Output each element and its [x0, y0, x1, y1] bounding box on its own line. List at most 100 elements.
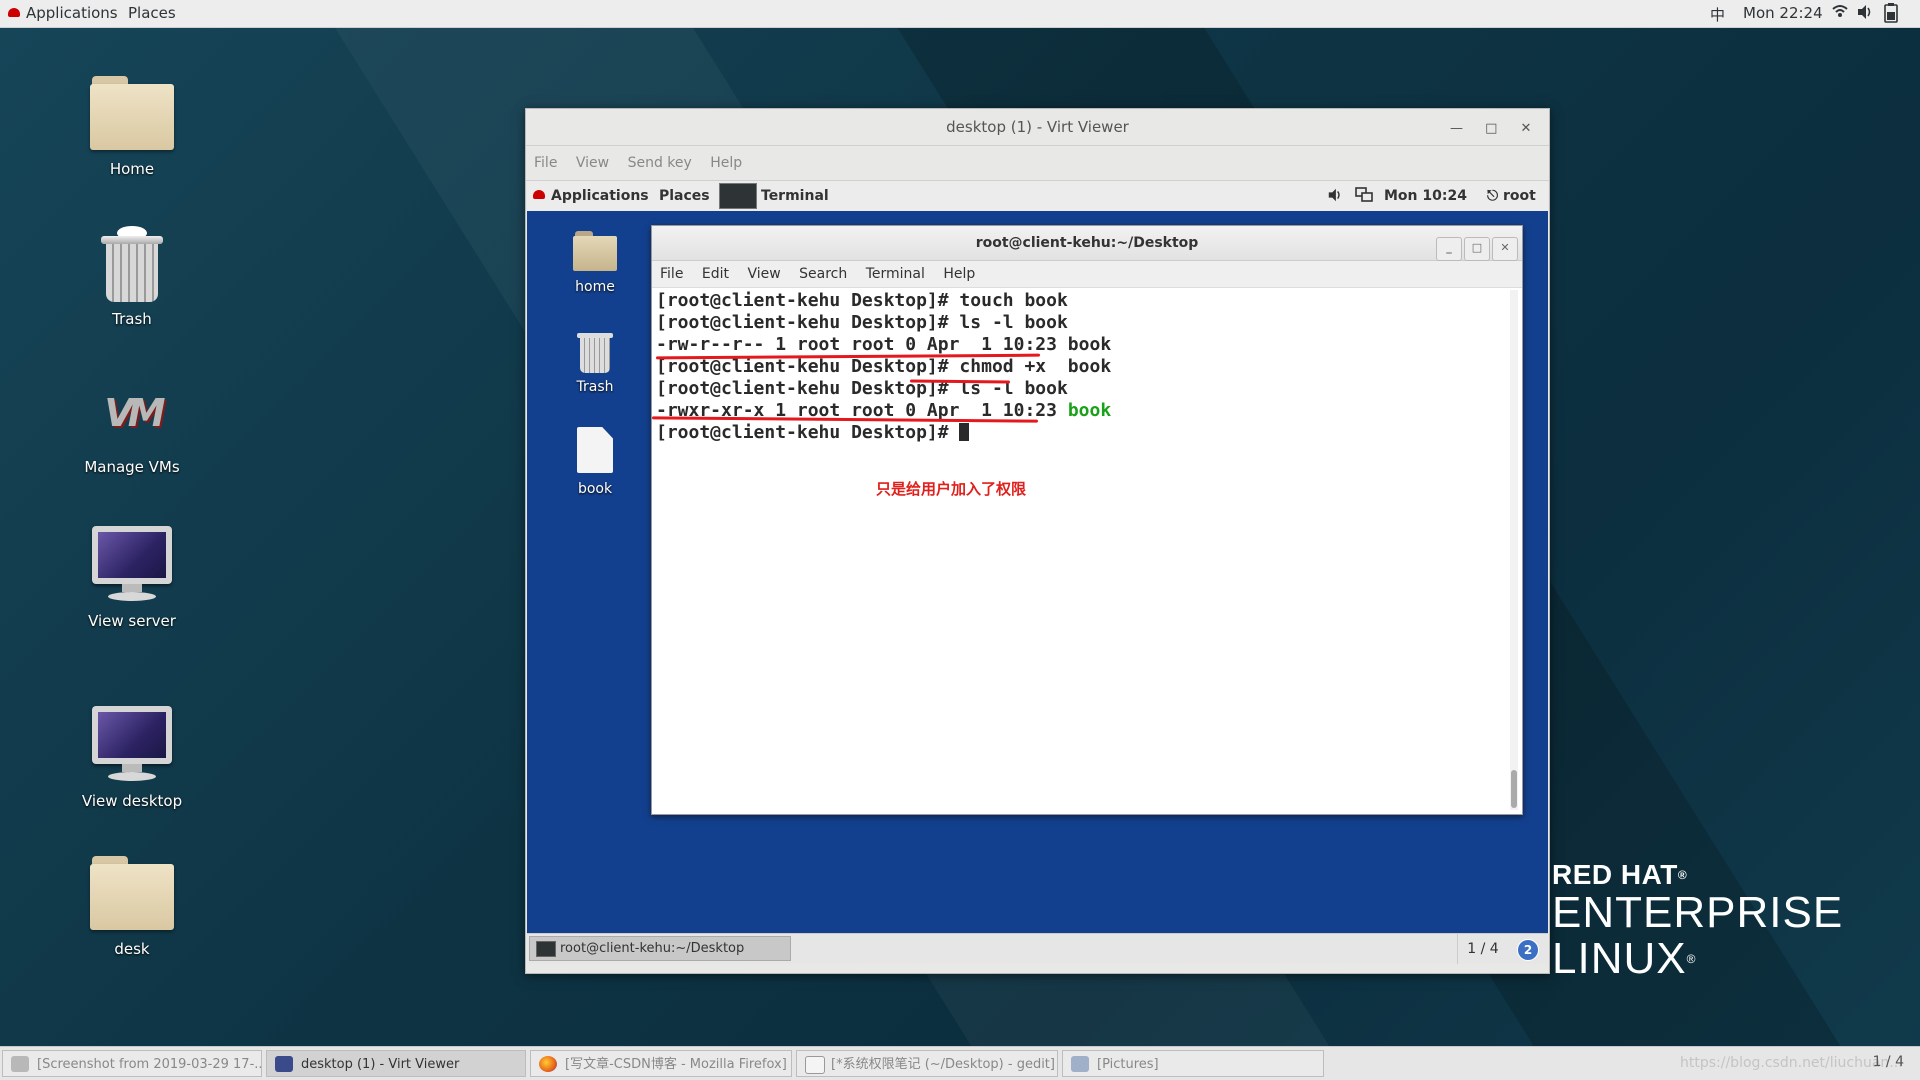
battery-icon[interactable]: [1884, 3, 1898, 27]
applications-menu[interactable]: Applications: [8, 4, 118, 22]
redhat-enterprise-linux-logo: RED HAT® ENTERPRISE LINUX®: [1552, 859, 1844, 983]
terminal-menu-terminal[interactable]: Terminal: [866, 266, 925, 282]
menu-send-key[interactable]: Send key: [628, 155, 692, 171]
terminal-menubar: File Edit View Search Terminal Help: [652, 261, 1522, 288]
desktop-icon-home[interactable]: Home: [62, 76, 202, 178]
guest-user-menu[interactable]: ⎋ root: [1487, 188, 1536, 204]
taskbar-item-screenshot[interactable]: [Screenshot from 2019-03-29 17-...: [2, 1050, 262, 1077]
desktop-icon-desk[interactable]: desk: [62, 856, 202, 958]
text-editor-icon: [805, 1056, 825, 1074]
taskbar-item-virt-viewer[interactable]: desktop (1) - Virt Viewer: [266, 1050, 526, 1077]
virt-viewer-menubar: File View Send key Help: [526, 146, 1549, 181]
virt-viewer-window: desktop (1) - Virt Viewer — □ ✕ File Vie…: [525, 108, 1550, 974]
workspace-indicator[interactable]: 1 / 4: [1873, 1054, 1904, 1070]
terminal-close-button[interactable]: ✕: [1492, 237, 1518, 261]
guest-top-bar: Applications Places Terminal Mon 10:24 ⎋…: [527, 181, 1548, 211]
terminal-icon: [719, 183, 757, 209]
wifi-icon[interactable]: [1832, 2, 1848, 24]
home-folder-icon: [90, 76, 174, 150]
terminal-prompt-line: [root@client-kehu Desktop]#: [656, 422, 1522, 444]
terminal-titlebar[interactable]: root@client-kehu:~/Desktop _ □ ✕: [652, 226, 1522, 261]
terminal-menu-view[interactable]: View: [747, 266, 780, 282]
redhat-icon: [533, 190, 545, 199]
terminal-line: [root@client-kehu Desktop]# touch book: [656, 290, 1068, 311]
vm-manager-icon: VM: [104, 391, 165, 435]
terminal-scrollbar[interactable]: [1510, 290, 1518, 810]
minimize-button[interactable]: —: [1441, 111, 1471, 147]
folder-icon: [90, 856, 174, 930]
trash-icon: [101, 226, 163, 302]
close-button[interactable]: ✕: [1511, 111, 1541, 147]
taskbar-item-gedit[interactable]: [*系统权限笔记 (~/Desktop) - gedit]: [796, 1050, 1058, 1077]
guest-task-terminal[interactable]: root@client-kehu:~/Desktop: [529, 936, 791, 961]
guest-bottom-bar: root@client-kehu:~/Desktop 1 / 4 2: [527, 933, 1548, 964]
guest-icon-label: Trash: [576, 379, 614, 395]
monitor-icon: [92, 706, 172, 784]
watermark: https://blog.csdn.net/liuchuan...: [1680, 1055, 1903, 1071]
volume-icon[interactable]: [1856, 3, 1874, 25]
guest-volume-icon[interactable]: [1327, 187, 1343, 207]
places-menu[interactable]: Places: [128, 4, 176, 22]
monitor-icon: [275, 1056, 293, 1072]
desktop-icon-view-desktop[interactable]: View desktop: [62, 706, 202, 810]
guest-icon-label: home: [575, 279, 615, 295]
terminal-menu-edit[interactable]: Edit: [702, 266, 729, 282]
clock[interactable]: Mon 22:24: [1743, 4, 1823, 22]
menu-help[interactable]: Help: [710, 155, 742, 171]
terminal-maximize-button[interactable]: □: [1464, 237, 1490, 261]
terminal-line: [root@client-kehu Desktop]# ls -l book: [656, 312, 1068, 333]
desktop-icon-label: Trash: [112, 310, 152, 328]
monitor-icon: [92, 526, 172, 604]
guest-applications-menu[interactable]: Applications: [533, 188, 649, 204]
terminal-title: root@client-kehu:~/Desktop: [975, 235, 1199, 251]
home-folder-icon: [573, 231, 617, 271]
menu-view[interactable]: View: [576, 155, 609, 171]
taskbar-item-firefox[interactable]: [写文章-CSDN博客 - Mozilla Firefox]: [530, 1050, 792, 1077]
guest-clock[interactable]: Mon 10:24: [1384, 188, 1467, 204]
executable-filename: book: [1067, 400, 1112, 421]
host-taskbar: [Screenshot from 2019-03-29 17-... deskt…: [0, 1046, 1920, 1080]
terminal-line: -rw-r--r-- 1 root root 0 Apr 1 10:23 boo…: [656, 334, 1112, 355]
terminal-menu-file[interactable]: File: [660, 266, 683, 282]
terminal-line: [root@client-kehu Desktop]# ls -l book: [656, 378, 1068, 399]
terminal-menu-search[interactable]: Search: [799, 266, 847, 282]
guest-places-menu[interactable]: Places: [659, 188, 710, 204]
terminal-line: [root@client-kehu Desktop]# chmod +x boo…: [656, 356, 1112, 377]
scrollbar-thumb[interactable]: [1511, 770, 1517, 808]
file-icon: [577, 427, 613, 473]
taskbar-item-pictures[interactable]: [Pictures]: [1062, 1050, 1324, 1077]
terminal-menu-help[interactable]: Help: [943, 266, 975, 282]
annotation-note: 只是给用户加入了权限: [876, 480, 1027, 498]
guest-terminal-launcher[interactable]: Terminal: [719, 183, 829, 209]
guest-icon-book[interactable]: book: [560, 427, 630, 497]
desktop-icon-view-server[interactable]: View server: [62, 526, 202, 630]
notification-badge[interactable]: 2: [1517, 939, 1539, 961]
desktop-icon-trash[interactable]: Trash: [62, 226, 202, 328]
desktop-icon-label: View desktop: [81, 792, 183, 810]
desktop-icon-label: Manage VMs: [84, 458, 180, 476]
desktop-icon-manage-vms[interactable]: VM Manage VMs: [62, 388, 202, 476]
guest-network-icon[interactable]: [1355, 187, 1373, 207]
redhat-icon: [8, 8, 20, 17]
workspace-indicator[interactable]: 1 / 4: [1457, 934, 1508, 964]
guest-icon-trash[interactable]: Trash: [560, 327, 630, 395]
file-manager-icon: [1071, 1056, 1089, 1072]
terminal-output[interactable]: [root@client-kehu Desktop]# touch book […: [651, 288, 1522, 816]
guest-display[interactable]: Applications Places Terminal Mon 10:24 ⎋…: [527, 181, 1548, 964]
desktop-icon-label: View server: [88, 612, 176, 630]
desktop-icon-label: desk: [114, 940, 150, 958]
desktop-icon-label: Home: [109, 160, 155, 178]
guest-icon-home[interactable]: home: [560, 231, 630, 295]
input-method-indicator[interactable]: 中: [1710, 4, 1725, 25]
maximize-button[interactable]: □: [1476, 111, 1506, 147]
terminal-window: root@client-kehu:~/Desktop _ □ ✕ File Edit…: [651, 225, 1523, 815]
terminal-minimize-button[interactable]: _: [1436, 237, 1462, 261]
menu-file[interactable]: File: [534, 155, 557, 171]
terminal-icon: [536, 941, 556, 957]
window-title: desktop (1) - Virt Viewer: [946, 118, 1129, 136]
host-top-bar: Applications Places 中 Mon 22:24: [0, 0, 1920, 28]
trash-icon: [577, 327, 613, 373]
window-titlebar[interactable]: desktop (1) - Virt Viewer — □ ✕: [526, 109, 1549, 146]
image-viewer-icon: [11, 1056, 29, 1072]
guest-icon-label: book: [577, 481, 613, 497]
